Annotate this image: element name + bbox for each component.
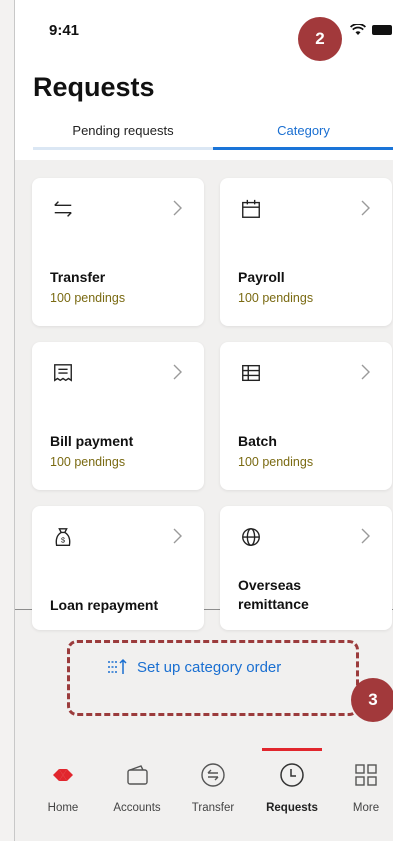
category-name: Transfer	[50, 269, 106, 285]
chevron-right-icon	[173, 528, 182, 544]
bill-icon	[54, 364, 72, 382]
category-card-bill-payment[interactable]: Bill payment 100 pendings	[32, 342, 204, 490]
category-name: Batch	[238, 433, 277, 449]
brand-logo-icon	[53, 769, 73, 781]
category-count: 100 pendings	[238, 291, 314, 305]
clock-icon	[280, 763, 304, 787]
svg-text:$: $	[61, 536, 65, 545]
nav-label: Requests	[266, 802, 318, 814]
chevron-right-icon	[173, 200, 182, 216]
category-name: Bill payment	[50, 433, 134, 449]
category-count: 100 pendings	[238, 455, 314, 469]
annotation-badge-3: 3	[351, 678, 393, 722]
calendar-icon	[242, 199, 260, 218]
nav-label: Accounts	[113, 802, 161, 814]
tab-pending-requests[interactable]: Pending requests	[33, 118, 213, 148]
chevron-right-icon	[361, 528, 370, 544]
category-name: Loan repayment	[50, 597, 159, 613]
category-count: 100 pendings	[50, 291, 126, 305]
grid-icon	[355, 764, 377, 786]
tab-bar: Pending requests Category	[33, 118, 393, 152]
reorder-icon	[108, 658, 127, 674]
transfer-circle-icon	[201, 763, 225, 787]
globe-icon	[242, 528, 260, 546]
transfer-arrows-icon	[54, 201, 72, 217]
set-up-category-order-button[interactable]: Set up category order	[107, 658, 281, 676]
chevron-right-icon	[361, 364, 370, 380]
bottom-tab-bar: Home Accounts Transfer Requests More	[15, 748, 393, 841]
category-count: 100 pendings	[50, 455, 126, 469]
wifi-icon	[350, 24, 366, 35]
active-tab-indicator	[262, 748, 322, 751]
nav-accounts[interactable]: Accounts	[101, 762, 173, 814]
chevron-right-icon	[173, 364, 182, 380]
tab-underline-active	[213, 147, 393, 150]
batch-grid-icon	[242, 364, 260, 382]
category-card-batch[interactable]: Batch 100 pendings	[220, 342, 392, 490]
battery-icon	[372, 25, 392, 35]
wallet-icon	[127, 765, 148, 785]
status-time: 9:41	[49, 22, 80, 39]
category-name: Payroll	[238, 269, 285, 285]
money-bag-icon: $	[55, 528, 71, 546]
category-card-loan-repayment[interactable]: $ Loan repayment	[32, 506, 204, 630]
page-title: Requests	[33, 72, 155, 102]
nav-requests[interactable]: Requests	[256, 762, 328, 814]
nav-transfer[interactable]: Transfer	[177, 762, 249, 814]
nav-label: Transfer	[191, 802, 235, 814]
category-card-overseas-remittance[interactable]: Overseas remittance	[220, 506, 392, 630]
chevron-right-icon	[361, 200, 370, 216]
annotation-dashed-box	[67, 640, 359, 716]
annotation-badge-2: 2	[298, 17, 342, 61]
phone-frame: 9:41 Requests Pending requests Category	[14, 0, 393, 841]
category-card-payroll[interactable]: Payroll 100 pendings	[220, 178, 392, 326]
requests-screen: 9:41 Requests Pending requests Category	[15, 0, 393, 630]
status-icons	[350, 24, 392, 36]
nav-label: Home	[47, 802, 79, 814]
tab-underline-inactive	[33, 147, 213, 150]
tab-category[interactable]: Category	[213, 118, 393, 148]
nav-label: More	[352, 802, 380, 814]
nav-home[interactable]: Home	[27, 762, 99, 814]
category-card-transfer[interactable]: Transfer 100 pendings	[32, 178, 204, 326]
category-name: Overseas remittance	[238, 577, 309, 612]
set-up-category-order-label: Set up category order	[137, 658, 282, 676]
nav-more[interactable]: More	[330, 762, 393, 814]
